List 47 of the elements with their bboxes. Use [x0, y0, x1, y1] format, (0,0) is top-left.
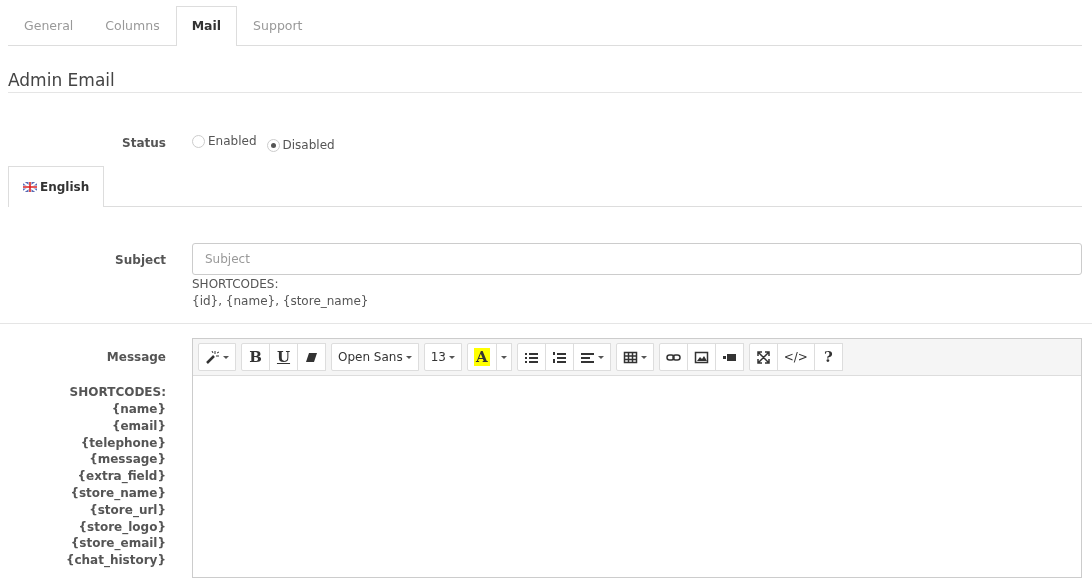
language-tab[interactable]: English — [8, 166, 105, 208]
toolbar-button[interactable]: ? — [813, 343, 843, 372]
radio-label: Enabled — [208, 133, 257, 151]
field-label: Status — [121, 135, 166, 153]
picture-icon — [693, 349, 709, 365]
shortcode: {email} — [110, 417, 166, 435]
table-button[interactable] — [615, 343, 654, 372]
shortcode: {store_logo} — [77, 518, 166, 536]
eraser-button[interactable] — [297, 343, 326, 372]
shortcode: {name} — [110, 400, 166, 418]
align-button[interactable] — [572, 343, 611, 372]
radio-label: Disabled — [282, 137, 335, 155]
fullscreen-button[interactable] — [748, 343, 778, 372]
magic-wand-button[interactable] — [198, 343, 236, 372]
field-label: Subject — [114, 252, 166, 270]
field-label: Message — [105, 349, 166, 367]
tab[interactable]: Mail — [175, 6, 238, 46]
shortcode: {chat_history} — [64, 552, 166, 569]
help-text: {id}, {name}, {store_name} — [192, 293, 370, 311]
shortcode: {store_name} — [69, 484, 166, 502]
subject-field[interactable]: Subject — [192, 243, 1082, 276]
caret-icon — [500, 355, 507, 359]
toolbar-button[interactable]: U — [269, 343, 298, 372]
video-button[interactable] — [714, 343, 744, 372]
shortcode: {message} — [88, 451, 166, 469]
shortcodes-title: SHORTCODES: — [68, 384, 166, 401]
numbered-list-button[interactable] — [544, 343, 574, 372]
link-button[interactable] — [658, 343, 688, 372]
bullet-list-button[interactable] — [516, 343, 546, 372]
table-icon — [622, 349, 638, 365]
toolbar-button[interactable]: Open Sans — [331, 343, 419, 372]
shortcode: {store_email} — [69, 535, 166, 553]
toolbar-button[interactable]: B — [241, 343, 270, 372]
picture-button[interactable] — [686, 343, 716, 372]
help-text: SHORTCODES: — [192, 276, 280, 294]
magic-wand-icon — [205, 349, 220, 365]
toolbar-button[interactable]: </> — [776, 343, 815, 372]
rich-text-editor[interactable]: B U Open Sans 13 A </> ? — [192, 338, 1082, 579]
toolbar-button[interactable]: 13 — [423, 343, 462, 372]
fullscreen-icon — [755, 349, 771, 365]
shortcode: {store_url} — [88, 501, 166, 519]
flag-icon — [23, 182, 37, 193]
section-title: Admin Email — [8, 69, 1082, 94]
numbered-list-icon — [551, 349, 567, 365]
shortcode: {telephone} — [79, 434, 166, 452]
shortcode: {extra_field} — [76, 468, 166, 485]
text-color-button[interactable]: A — [467, 343, 497, 372]
